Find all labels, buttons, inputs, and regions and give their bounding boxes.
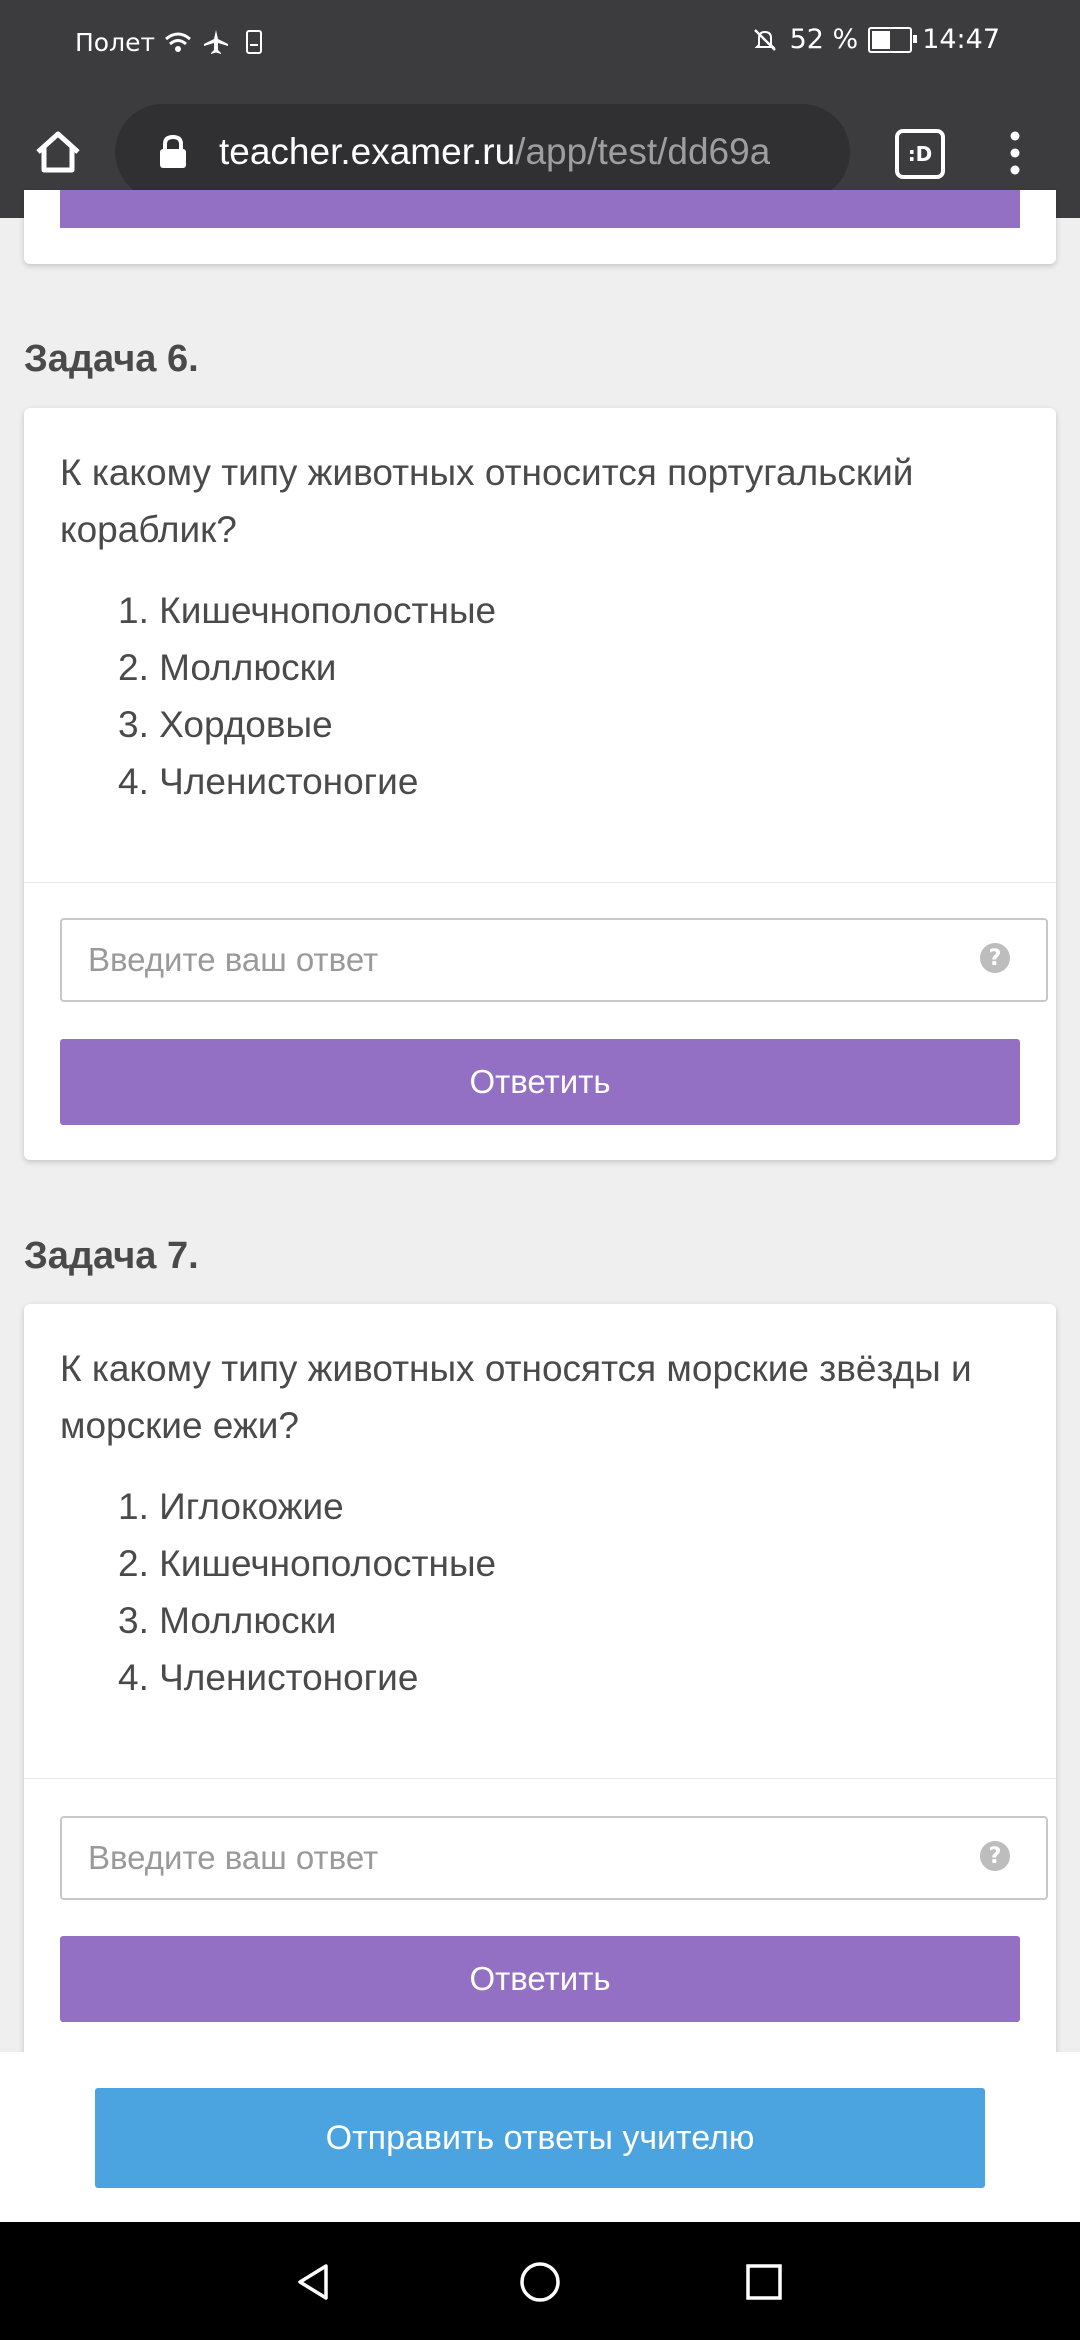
option-item: 1. Кишечнополостные xyxy=(118,590,497,631)
option-item: 4. Членистоногие xyxy=(118,1657,419,1698)
wifi-icon xyxy=(165,32,191,52)
status-right: 52 % 14:47 xyxy=(750,24,1000,55)
url-path: /app/test/dd69a xyxy=(515,131,771,172)
task-heading: Задача 7. xyxy=(24,1235,199,1277)
airplane-icon xyxy=(204,30,229,54)
url-text: teacher.examer.ru/app/test/dd69a xyxy=(219,131,770,173)
clock: 14:47 xyxy=(922,24,1000,55)
submit-bar: Отправить ответы учителю xyxy=(0,2052,1080,2222)
task-heading: Задача 6. xyxy=(24,338,199,380)
option-item: 3. Хордовые xyxy=(118,704,333,745)
menu-icon[interactable] xyxy=(1000,128,1030,178)
question-text: К какому типу животных относится португа… xyxy=(60,452,914,550)
back-icon[interactable] xyxy=(290,2258,338,2306)
carrier-label: Полет xyxy=(75,27,156,57)
task-card: К какому типу животных относится португа… xyxy=(24,408,1056,1160)
divider xyxy=(24,882,1056,883)
divider xyxy=(24,1778,1056,1779)
option-item: 2. Кишечнополостные xyxy=(118,1543,497,1584)
answer-button[interactable]: Ответить xyxy=(60,1039,1020,1125)
options-list: 1. Кишечнополостные 2. Моллюски 3. Хордо… xyxy=(118,582,496,810)
option-item: 1. Иглокожие xyxy=(118,1486,344,1527)
task-card: К какому типу животных относятся морские… xyxy=(24,1304,1056,2064)
lock-icon xyxy=(160,134,186,168)
status-left: Полет xyxy=(75,27,269,57)
question-text: К какому типу животных относятся морские… xyxy=(60,1348,972,1446)
tabs-button[interactable]: :D xyxy=(895,129,945,179)
option-item: 2. Моллюски xyxy=(118,647,337,688)
answer-button[interactable]: Ответить xyxy=(60,1936,1020,2022)
answer-input[interactable] xyxy=(60,1816,1048,1900)
option-item: 4. Членистоногие xyxy=(118,761,419,802)
home-icon[interactable] xyxy=(28,122,88,182)
sim-icon xyxy=(246,30,263,54)
recents-icon[interactable] xyxy=(740,2258,788,2306)
previous-task-card xyxy=(24,190,1056,264)
mute-icon xyxy=(753,28,776,51)
options-list: 1. Иглокожие 2. Кишечнополостные 3. Молл… xyxy=(118,1478,496,1706)
option-item: 3. Моллюски xyxy=(118,1600,337,1641)
address-bar[interactable]: teacher.examer.ru/app/test/dd69a xyxy=(115,104,850,200)
submit-answers-button[interactable]: Отправить ответы учителю xyxy=(95,2088,985,2188)
system-nav-bar xyxy=(0,2222,1080,2340)
answer-input[interactable] xyxy=(60,918,1048,1002)
battery-percent: 52 % xyxy=(789,24,859,55)
home-nav-icon[interactable] xyxy=(516,2258,564,2306)
battery-icon xyxy=(868,26,918,53)
url-host: teacher.examer.ru xyxy=(219,131,516,172)
help-icon[interactable]: ? xyxy=(980,1841,1010,1871)
help-icon[interactable]: ? xyxy=(980,943,1010,973)
status-bar: Полет 52 % 14:47 xyxy=(0,0,1080,86)
previous-answer-button[interactable] xyxy=(60,190,1020,228)
